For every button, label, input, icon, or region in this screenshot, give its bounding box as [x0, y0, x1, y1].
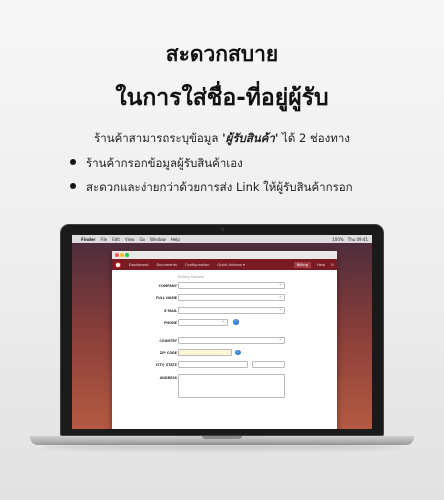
menu-go[interactable]: Go — [139, 237, 145, 242]
label-address: ADDRESS — [159, 375, 177, 380]
row-company: COMPANY — [112, 281, 337, 291]
mac-menu-bar: Finder File Edit View Go Window Help 100… — [72, 235, 372, 243]
row-zip: ZIP CODE i — [112, 349, 337, 358]
nav-documents[interactable]: Documents — [157, 263, 178, 267]
menu-app-name[interactable]: Finder — [81, 237, 96, 242]
row-phone: PHONE i — [112, 318, 337, 328]
clock-text: Thu 09:41 — [347, 236, 368, 242]
laptop-notch — [202, 436, 242, 439]
row-country: COUNTRY — [112, 336, 337, 346]
label-phone: PHONE — [164, 320, 177, 325]
email-field[interactable] — [178, 306, 285, 314]
intro-before: ร้านค้าสามารถระบุข้อมูล — [94, 131, 223, 145]
laptop-shadow — [42, 444, 402, 450]
row-full-name: FULL NAME — [112, 293, 337, 303]
feature-item: สะดวกและง่ายกว่าด้วยการส่ง Link ให้ผู้รั… — [70, 179, 430, 197]
camera-icon — [221, 228, 224, 231]
menu-edit[interactable]: Edit — [112, 237, 120, 242]
nav-billing[interactable]: Billing — [293, 261, 311, 268]
nav-help[interactable]: Help — [317, 263, 325, 267]
browser-window: Dashboard Documents Configuration Quick … — [112, 251, 337, 429]
nav-quick-actions[interactable]: Quick Actions ▾ — [217, 263, 244, 267]
app-navbar: Dashboard Documents Configuration Quick … — [112, 259, 337, 270]
menu-window[interactable]: Window — [150, 237, 166, 242]
battery-text: 100% — [332, 236, 344, 242]
laptop-screen: Finder File Edit View Go Window Help 100… — [72, 235, 372, 429]
info-icon[interactable]: i — [233, 319, 239, 325]
phone-field[interactable] — [178, 318, 228, 326]
intro-text: ร้านค้าสามารถระบุข้อมูล 'ผู้รับสินค้า' ไ… — [0, 130, 444, 148]
label-city-state: CITY, STATE — [155, 363, 177, 368]
logout-icon[interactable]: ⏻ — [331, 263, 334, 267]
minimize-window-button[interactable] — [120, 253, 124, 257]
row-email: E-MAIL — [112, 306, 337, 316]
section-title: Billing Details — [178, 274, 205, 279]
label-zip: ZIP CODE — [159, 351, 177, 356]
company-select[interactable] — [178, 281, 285, 290]
country-select[interactable] — [178, 336, 285, 344]
window-titlebar — [112, 251, 337, 259]
nav-configuration[interactable]: Configuration — [185, 263, 209, 267]
label-email: E-MAIL — [164, 308, 177, 313]
menu-help[interactable]: Help — [171, 237, 180, 242]
row-address: ADDRESS — [112, 373, 337, 398]
close-window-button[interactable] — [115, 253, 119, 257]
zoom-window-button[interactable] — [125, 253, 129, 257]
label-full-name: FULL NAME — [155, 296, 177, 301]
intro-emphasis: 'ผู้รับสินค้า' — [222, 131, 279, 145]
menu-file[interactable]: File — [101, 237, 108, 242]
nav-dashboard[interactable]: Dashboard — [129, 263, 149, 267]
intro-after: ได้ 2 ช่องทาง — [278, 131, 350, 145]
info-icon[interactable]: i — [235, 349, 241, 356]
city-field[interactable] — [178, 361, 248, 369]
logo-icon[interactable] — [115, 261, 121, 268]
full-name-field[interactable] — [178, 293, 285, 302]
headline-line1: สะดวกสบาย — [165, 42, 279, 66]
feature-item: ร้านค้ากรอกข้อมูลผู้รับสินค้าเอง — [70, 155, 430, 173]
menu-view[interactable]: View — [125, 237, 135, 242]
state-field[interactable] — [252, 361, 285, 369]
label-company: COMPANY — [158, 284, 177, 289]
headline-line2: ในการใส่ชื่อ-ที่อยู่ผู้รับ — [115, 85, 329, 111]
address-textarea[interactable] — [178, 373, 285, 398]
label-country: COUNTRY — [159, 338, 177, 343]
row-city-state: CITY, STATE — [112, 361, 337, 370]
zip-code-field[interactable] — [178, 349, 232, 357]
feature-list: ร้านค้ากรอกข้อมูลผู้รับสินค้าเอง สะดวกแล… — [70, 155, 430, 203]
